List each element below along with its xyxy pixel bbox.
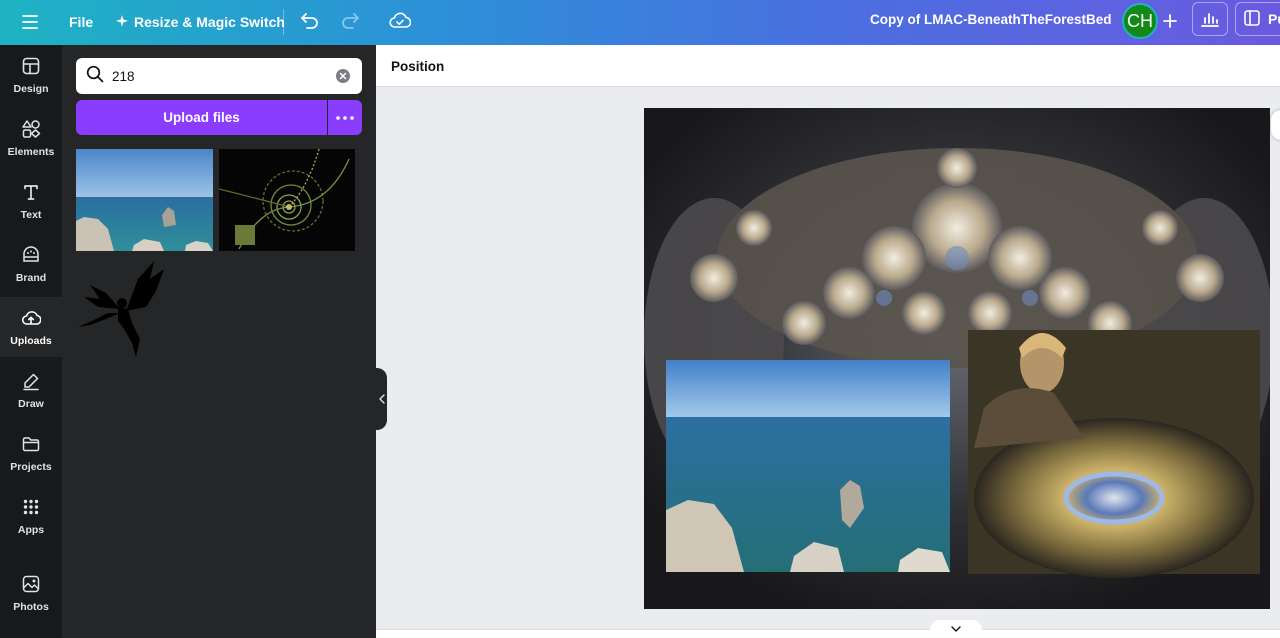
upload-thumbnail-fairy[interactable] [76,259,168,361]
rail-label: Elements [7,145,55,158]
rail-item-elements[interactable]: Elements [0,108,62,168]
uploads-panel: Upload files [62,45,376,638]
insights-chart-icon[interactable] [1192,2,1228,36]
hamburger-menu-icon[interactable] [14,8,46,36]
present-label: Pu [1268,11,1280,27]
expand-pages-chevron-icon[interactable] [930,620,982,638]
search-icon [86,65,104,88]
document-title[interactable]: Copy of LMAC-BeneathTheForestBed [870,12,1112,27]
side-rail: Design Elements Text Brand Uploads Draw [0,45,62,638]
toolbar-divider [283,9,284,35]
rail-label: Uploads [10,334,52,347]
magic-sparkle-icon [116,14,128,30]
resize-magic-switch-button[interactable]: Resize & Magic Switch [108,8,293,36]
rail-label: Photos [13,600,49,613]
rail-label: Text [20,208,42,221]
position-button[interactable]: Position [384,53,451,79]
search-input[interactable] [112,68,326,84]
rail-item-projects[interactable]: Projects [0,423,62,483]
avatar[interactable]: CH [1122,3,1158,39]
resize-label: Resize & Magic Switch [134,14,285,30]
folder-icon [21,434,41,457]
design-canvas[interactable] [644,108,1270,609]
rail-item-brand[interactable]: Brand [0,234,62,294]
upload-thumbnail-fractal[interactable] [219,149,355,251]
rail-item-uploads[interactable]: Uploads [0,297,62,357]
clear-search-icon[interactable] [334,67,352,85]
page-edge-handle[interactable] [1271,110,1280,140]
photos-icon [21,574,41,597]
file-menu-button[interactable]: File [60,8,102,36]
upload-thumbnail-sea[interactable] [76,149,213,251]
bottom-strip [376,629,1280,638]
rail-item-text[interactable]: Text [0,171,62,231]
present-icon [1244,9,1260,29]
rail-label: Draw [18,397,44,410]
collapse-panel-chevron-icon[interactable] [376,368,387,430]
design-icon [21,56,41,79]
context-toolbar: Position [376,45,1280,87]
cloud-check-icon[interactable] [385,6,415,36]
redo-icon[interactable] [335,6,365,36]
undo-icon[interactable] [295,6,325,36]
rail-item-draw[interactable]: Draw [0,360,62,420]
rail-item-apps[interactable]: Apps [0,486,62,546]
rail-item-design[interactable]: Design [0,45,62,105]
more-options-icon[interactable] [328,100,362,135]
rail-label: Apps [17,523,45,536]
rail-label: Design [13,82,49,95]
top-bar: File Resize & Magic Switch Copy of LMAC-… [0,0,1280,45]
apps-grid-icon [21,497,41,520]
rail-label: Projects [10,460,52,473]
add-collaborator-icon[interactable] [1157,8,1183,34]
rail-item-photos[interactable]: Photos [0,563,62,623]
text-icon [21,182,41,205]
rail-label: Brand [15,271,47,284]
search-box [76,58,362,94]
draw-icon [21,371,41,394]
uploads-icon [21,308,42,331]
upload-files-button[interactable]: Upload files [76,100,327,135]
brand-icon [21,245,41,268]
upload-row: Upload files [76,100,362,135]
present-button[interactable]: Pu [1235,2,1280,36]
elements-icon [21,119,41,142]
